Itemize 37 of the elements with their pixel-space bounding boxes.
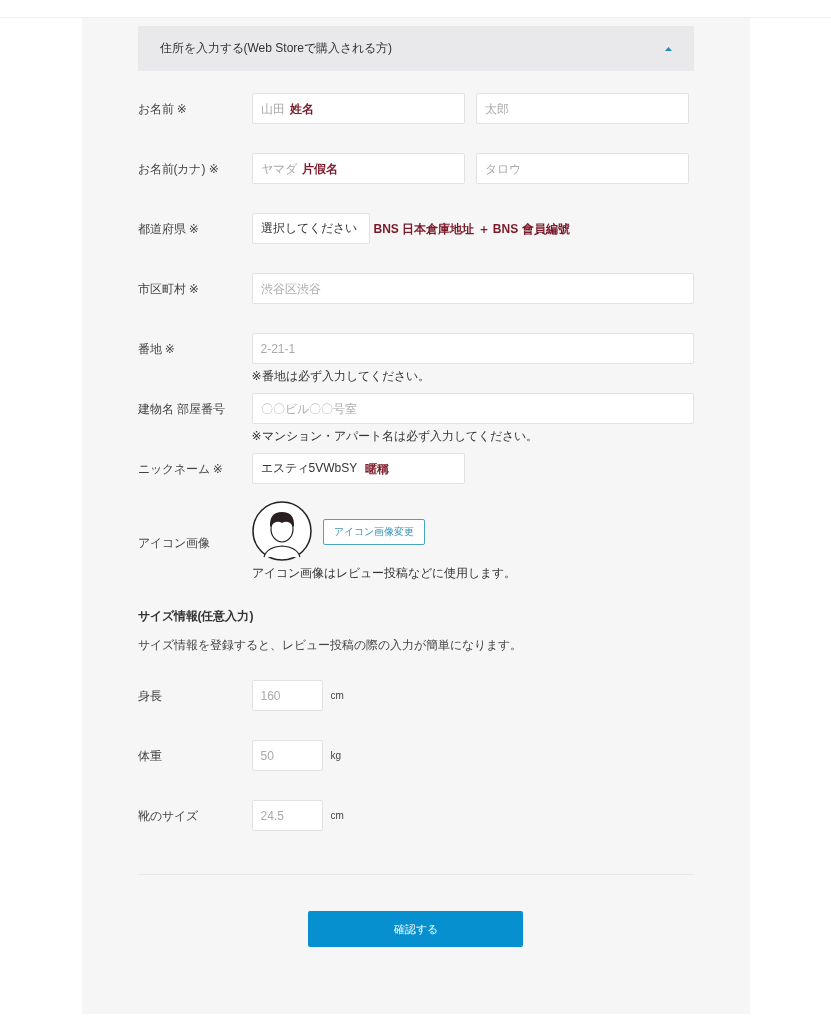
field-note: ※マンション・アパート名は必ず入力してください。 bbox=[251, 428, 539, 445]
input-field[interactable]: 160 bbox=[251, 680, 323, 711]
input-field[interactable]: 50 bbox=[251, 740, 323, 771]
input-field[interactable]: タロウ bbox=[475, 153, 689, 184]
confirm-button[interactable]: 確認する bbox=[308, 911, 523, 947]
field-label: 都道府県 ※ bbox=[137, 221, 200, 238]
field-label: 靴のサイズ bbox=[137, 808, 199, 825]
collapse-icon[interactable] bbox=[664, 46, 672, 51]
input-field[interactable]: 渋谷区渋谷 bbox=[251, 273, 694, 304]
field-label: 体重 bbox=[137, 748, 163, 765]
section-title: 住所を入力する(Web Storeで購入される方) bbox=[159, 40, 392, 57]
field-label: ニックネーム ※ bbox=[137, 461, 224, 478]
field-label: お名前 ※ bbox=[137, 101, 188, 118]
input-field[interactable]: 2-21-1 bbox=[251, 333, 694, 364]
field-note: ※番地は必ず入力してください。 bbox=[251, 368, 431, 385]
field-label: 市区町村 ※ bbox=[137, 281, 200, 298]
field-label: アイコン画像 bbox=[137, 535, 211, 552]
annotation-text: BNS 日本倉庫地址 ＋ BNS 會員編號 bbox=[373, 221, 570, 238]
avatar-icon bbox=[251, 501, 312, 561]
field-label: 建物名 部屋番号 bbox=[137, 401, 226, 418]
annotation-text: 片假名 bbox=[301, 161, 338, 178]
avatar-note: アイコン画像はレビュー投稿などに使用します。 bbox=[251, 565, 516, 582]
annotation-text: 姓名 bbox=[289, 101, 314, 118]
field-label: 身長 bbox=[137, 688, 163, 705]
input-field[interactable]: 24.5 bbox=[251, 800, 323, 831]
annotation-text: 暱稱 bbox=[364, 461, 389, 478]
section-heading: サイズ情報(任意入力) bbox=[137, 608, 255, 625]
unit-label: cm bbox=[330, 810, 344, 821]
select-field[interactable]: 選択してください bbox=[251, 213, 370, 244]
section-description: サイズ情報を登録すると、レビュー投稿の際の入力が簡単になります。 bbox=[137, 637, 523, 654]
change-icon-button[interactable]: アイコン画像変更 bbox=[322, 519, 425, 545]
field-label: お名前(カナ) ※ bbox=[137, 161, 220, 178]
section-header[interactable]: 住所を入力する(Web Storeで購入される方) bbox=[137, 26, 694, 71]
unit-label: kg bbox=[330, 750, 342, 761]
input-field[interactable]: 太郎 bbox=[475, 93, 689, 124]
unit-label: cm bbox=[330, 690, 344, 701]
field-label: 番地 ※ bbox=[137, 341, 176, 358]
